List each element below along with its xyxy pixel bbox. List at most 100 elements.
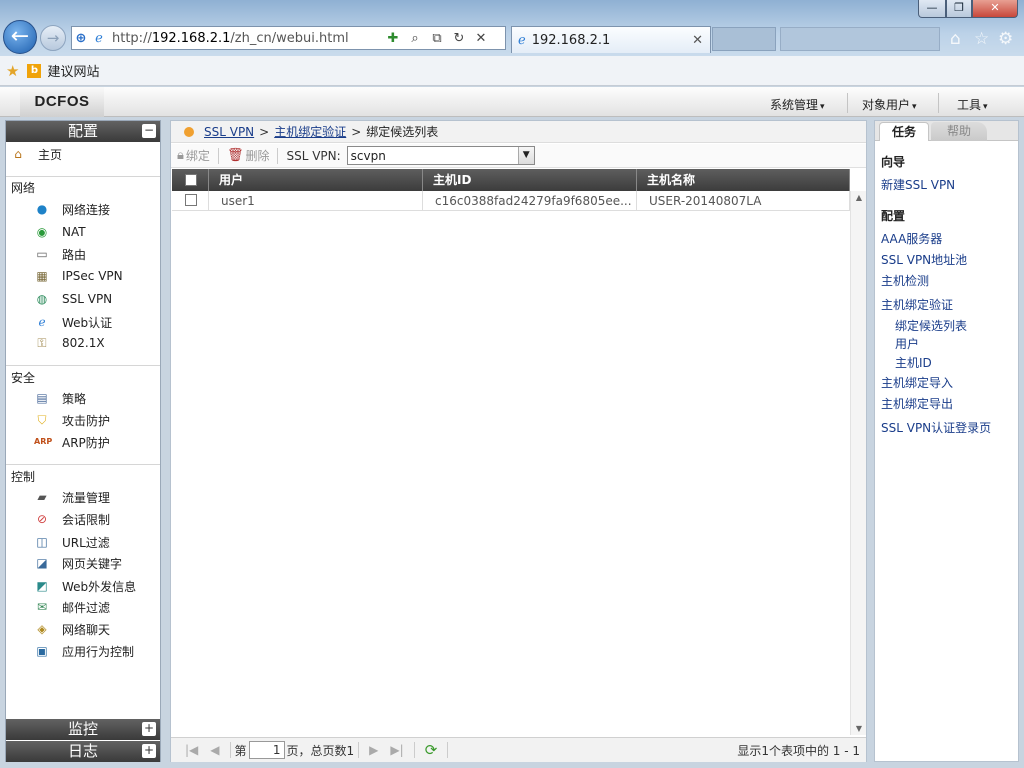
vertical-scrollbar[interactable]: ▲ ▼ bbox=[850, 191, 866, 735]
mail-filter-icon: ✉ bbox=[36, 600, 48, 614]
link-ssl-vpn-pool[interactable]: SSL VPN地址池 bbox=[881, 251, 967, 268]
back-button[interactable]: ← bbox=[3, 20, 37, 54]
maximize-button[interactable]: ❐ bbox=[946, 0, 972, 18]
delete-button[interactable]: 🗑︎ 删除 bbox=[227, 147, 270, 164]
search-icon[interactable]: ⌕ bbox=[404, 31, 426, 46]
ssl-vpn-select[interactable]: scvpn ▼ bbox=[346, 146, 535, 165]
bind-button[interactable]: 🔒︎ 绑定 bbox=[177, 147, 210, 164]
link-host-id[interactable]: 主机ID bbox=[895, 354, 932, 371]
app-control-icon: ▣ bbox=[36, 644, 48, 658]
forward-button[interactable]: → bbox=[40, 25, 66, 51]
page-prefix: 第 bbox=[234, 743, 247, 758]
page-input[interactable]: 1 bbox=[248, 741, 285, 759]
row-checkbox[interactable] bbox=[185, 194, 197, 206]
tab-tasks[interactable]: 任务 bbox=[879, 122, 929, 141]
nav-item-policy[interactable]: ▤ 策略 bbox=[34, 389, 86, 407]
nav-item-arp-defense[interactable]: ARP ARP防护 bbox=[34, 433, 110, 451]
pager-divider bbox=[413, 742, 415, 758]
chevron-down-icon[interactable]: ▼ bbox=[517, 147, 534, 164]
nav-item-app-control[interactable]: ▣ 应用行为控制 bbox=[34, 642, 134, 660]
nav-item-session-limit[interactable]: ⊘ 会话限制 bbox=[34, 510, 110, 528]
nav-item-im-chat[interactable]: ◈ 网络聊天 bbox=[34, 620, 110, 638]
nav-item-mail-filter[interactable]: ✉ 邮件过滤 bbox=[34, 598, 110, 616]
minimize-button[interactable]: — bbox=[918, 0, 946, 18]
nav-item-nat[interactable]: ◉ NAT bbox=[34, 223, 86, 241]
nav-group-control: 控制 bbox=[11, 470, 36, 484]
nav-item-home[interactable]: ⌂ 主页 bbox=[10, 145, 62, 163]
select-all-checkbox[interactable] bbox=[185, 174, 197, 186]
menu-system-management[interactable]: 系统管理 bbox=[770, 96, 825, 113]
compat-icon[interactable]: ⧉ bbox=[426, 31, 448, 46]
nav-item-ipsec-vpn[interactable]: ▦ IPSec VPN bbox=[34, 267, 122, 285]
nav-item-8021x[interactable]: ⚿ 802.1X bbox=[34, 334, 104, 352]
expand-icon[interactable]: + bbox=[142, 744, 156, 758]
nav-item-url-filter[interactable]: ◫ URL过滤 bbox=[34, 533, 109, 551]
link-binding-export[interactable]: 主机绑定导出 bbox=[881, 395, 953, 412]
add-tab-icon[interactable]: ⊕ bbox=[72, 31, 90, 46]
home-icon: ⌂ bbox=[14, 147, 22, 161]
favorites-icon[interactable]: ★ bbox=[6, 62, 19, 80]
expand-icon[interactable]: + bbox=[142, 722, 156, 736]
ssl-vpn-selected-value: scvpn bbox=[350, 148, 386, 163]
address-bar[interactable]: ⊕ ℯ http://192.168.2.1/zh_cn/webui.html … bbox=[71, 26, 506, 50]
link-binding-import[interactable]: 主机绑定导入 bbox=[881, 374, 953, 391]
ssl-vpn-icon: ◍ bbox=[36, 292, 48, 306]
close-tab-icon[interactable]: ✕ bbox=[692, 33, 703, 48]
menu-tools[interactable]: 工具 bbox=[957, 96, 988, 113]
column-header-host-id[interactable]: 主机ID bbox=[423, 169, 637, 191]
nav-config-header[interactable]: 配置 − bbox=[6, 121, 160, 142]
link-users[interactable]: 用户 bbox=[895, 335, 919, 352]
url-text[interactable]: http://192.168.2.1/zh_cn/webui.html bbox=[112, 31, 382, 46]
link-aaa-server[interactable]: AAA服务器 bbox=[881, 230, 942, 247]
menu-object-users[interactable]: 对象用户 bbox=[862, 96, 917, 113]
first-page-icon[interactable]: |◀ bbox=[185, 743, 198, 757]
refresh-icon[interactable]: ↻ bbox=[448, 31, 470, 46]
nav-item-web-auth[interactable]: ℯ Web认证 bbox=[34, 313, 112, 331]
nav-item-traffic-management[interactable]: ▰ 流量管理 bbox=[34, 488, 110, 506]
tab-help[interactable]: 帮助 bbox=[931, 122, 987, 141]
pager-divider bbox=[229, 742, 231, 758]
keyword-icon: ◪ bbox=[36, 556, 48, 570]
breadcrumb-separator: > bbox=[259, 124, 270, 139]
nav-item-ssl-vpn[interactable]: ◍ SSL VPN bbox=[34, 290, 112, 308]
column-header-host-name[interactable]: 主机名称 bbox=[637, 169, 850, 191]
nav-item-attack-defense[interactable]: ⛉ 攻击防护 bbox=[34, 411, 110, 429]
wizard-section-title: 向导 bbox=[881, 155, 906, 169]
close-window-button[interactable]: ✕ bbox=[972, 0, 1018, 18]
table-row[interactable]: user1 c16c0388fad24279fa9f6805ee... USER… bbox=[172, 191, 850, 211]
nav-log-header[interactable]: 日志 + bbox=[6, 741, 160, 762]
breadcrumb-host-binding[interactable]: 主机绑定验证 bbox=[274, 123, 346, 140]
nav-item-routing[interactable]: ▭ 路由 bbox=[34, 245, 86, 263]
collapse-icon[interactable]: − bbox=[142, 124, 156, 138]
link-host-check[interactable]: 主机检测 bbox=[881, 272, 929, 289]
link-new-ssl-vpn[interactable]: 新建SSL VPN bbox=[881, 176, 955, 193]
prev-page-icon[interactable]: ◀ bbox=[210, 743, 219, 757]
next-page-icon[interactable]: ▶ bbox=[369, 743, 378, 757]
link-host-binding[interactable]: 主机绑定验证 bbox=[881, 296, 953, 313]
home-icon[interactable]: ⌂ bbox=[950, 29, 961, 49]
compat-view-icon[interactable]: ✚ bbox=[382, 31, 404, 46]
suggested-sites-link[interactable]: 建议网站 bbox=[47, 61, 99, 80]
scroll-up-icon[interactable]: ▲ bbox=[851, 193, 867, 202]
nav-item-web-keyword[interactable]: ◪ 网页关键字 bbox=[34, 554, 122, 572]
breadcrumb-dot-icon bbox=[184, 126, 194, 137]
link-ssl-vpn-login-page[interactable]: SSL VPN认证登录页 bbox=[881, 419, 991, 436]
stop-icon[interactable]: ✕ bbox=[470, 31, 492, 46]
tab-current[interactable]: ℯ 192.168.2.1 ✕ bbox=[511, 26, 711, 53]
refresh-icon[interactable]: ⟳ bbox=[425, 741, 438, 759]
nav-item-network-connection[interactable]: ● 网络连接 bbox=[34, 200, 110, 218]
favorites-star-icon[interactable]: ☆ bbox=[974, 29, 989, 49]
last-page-icon[interactable]: ▶| bbox=[390, 743, 403, 757]
scroll-down-icon[interactable]: ▼ bbox=[851, 724, 867, 733]
gear-icon[interactable]: ⚙ bbox=[998, 29, 1013, 49]
column-header-user[interactable]: 用户 bbox=[209, 169, 423, 191]
breadcrumb-ssl-vpn[interactable]: SSL VPN bbox=[204, 125, 254, 139]
nav-item-web-outbound[interactable]: ◩ Web外发信息 bbox=[34, 577, 136, 595]
nav-log-title: 日志 bbox=[67, 742, 98, 760]
new-tab-button[interactable] bbox=[712, 27, 776, 51]
link-binding-candidates[interactable]: 绑定候选列表 bbox=[895, 317, 967, 334]
row-select-cell bbox=[172, 191, 209, 211]
nav-monitor-header[interactable]: 监控 + bbox=[6, 719, 160, 740]
nav-divider bbox=[6, 176, 160, 177]
nav-item-label: 流量管理 bbox=[62, 490, 111, 505]
